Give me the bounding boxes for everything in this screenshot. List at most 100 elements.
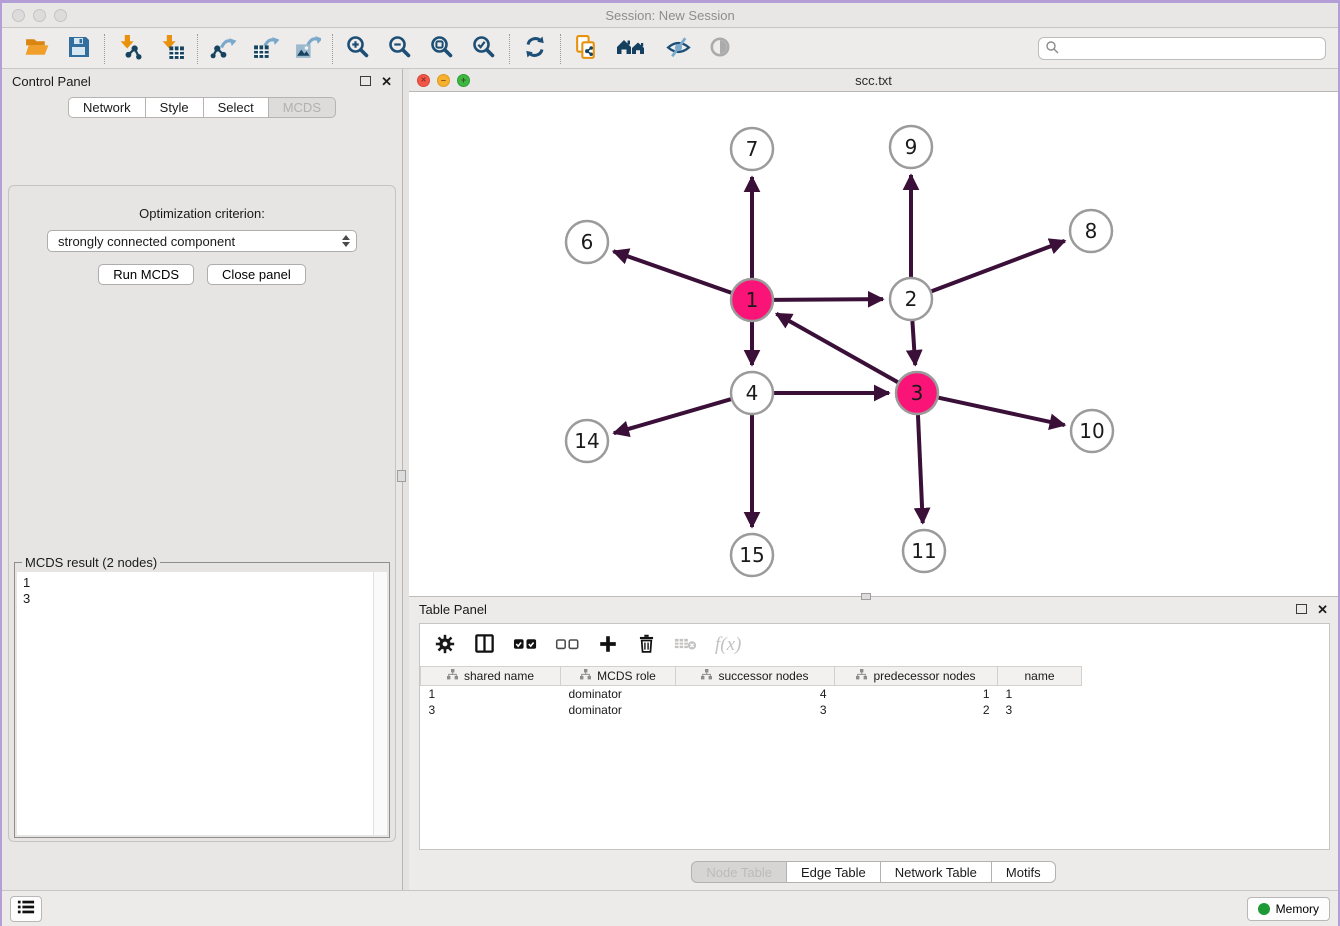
graph-edge-3-1[interactable] [776, 314, 897, 382]
network-graph[interactable]: 7968124314101511 [409, 92, 1340, 596]
memory-button[interactable]: Memory [1247, 897, 1330, 921]
control-panel-tabs: Network Style Select MCDS [2, 97, 402, 118]
cell-predecessor-nodes[interactable]: 2 [835, 702, 998, 718]
export-table-button[interactable] [251, 35, 279, 63]
zoom-selected-button[interactable] [470, 35, 498, 63]
float-panel-icon[interactable] [360, 76, 371, 86]
node-table-container: f(x) shared name MCDS role successor nod… [419, 623, 1330, 850]
graph-node-label-4: 4 [746, 381, 759, 405]
tab-network[interactable]: Network [68, 97, 146, 118]
memory-status-icon [1258, 903, 1270, 915]
minimize-window-button[interactable] [33, 9, 46, 22]
zoom-out-icon [387, 34, 413, 63]
cell-shared-name[interactable]: 1 [421, 686, 561, 702]
cell-predecessor-nodes[interactable]: 1 [835, 686, 998, 702]
function-builder-button[interactable]: f(x) [715, 634, 741, 656]
graph-edge-1-6[interactable] [613, 251, 731, 292]
network-overview-button[interactable] [614, 35, 650, 63]
zoom-in-button[interactable] [344, 35, 372, 63]
optimization-criterion-value: strongly connected component [58, 234, 342, 249]
graph-edge-2-3[interactable] [912, 321, 915, 365]
close-panel-button[interactable]: Close panel [207, 264, 306, 285]
maximize-window-button[interactable] [54, 9, 67, 22]
cell-successor-nodes[interactable]: 4 [676, 686, 835, 702]
close-network-button[interactable] [417, 74, 430, 87]
graph-edge-1-2[interactable] [774, 299, 883, 300]
cell-mcds-role[interactable]: dominator [561, 702, 676, 718]
window-title: Session: New Session [2, 8, 1338, 23]
delete-column-button[interactable] [636, 633, 657, 657]
splitter-grip-icon[interactable] [397, 470, 406, 482]
unchecked-boxes-icon [555, 635, 580, 656]
column-header-mcds-role[interactable]: MCDS role [561, 667, 676, 686]
zoom-fit-icon [429, 34, 455, 63]
graph-edge-3-10[interactable] [938, 398, 1064, 425]
result-scrollbar[interactable] [373, 572, 387, 835]
home-icon [615, 34, 649, 63]
maximize-network-button[interactable] [457, 74, 470, 87]
close-window-button[interactable] [12, 9, 25, 22]
splitter-grip-icon[interactable] [861, 593, 871, 600]
column-header-successor-nodes[interactable]: successor nodes [676, 667, 835, 686]
table-row[interactable]: 1 dominator 4 1 1 [421, 686, 1082, 702]
tab-node-table[interactable]: Node Table [691, 861, 787, 883]
optimization-criterion-select[interactable]: strongly connected component [47, 230, 357, 252]
cell-mcds-role[interactable]: dominator [561, 686, 676, 702]
import-network-button[interactable] [116, 35, 144, 63]
show-graphics-details-button[interactable] [706, 35, 734, 63]
export-network-button[interactable] [209, 35, 237, 63]
column-header-name[interactable]: name [998, 667, 1082, 686]
graph-node-label-7: 7 [746, 137, 759, 161]
import-table-button[interactable] [158, 35, 186, 63]
split-columns-button[interactable] [473, 632, 496, 658]
hide-graphics-details-button[interactable] [664, 35, 692, 63]
panel-selector-button[interactable] [10, 896, 42, 922]
vertical-splitter[interactable] [402, 69, 409, 890]
table-panel-title: Table Panel [419, 602, 1286, 617]
column-header-predecessor-nodes[interactable]: predecessor nodes [835, 667, 998, 686]
gear-icon [434, 633, 456, 658]
zoom-fit-button[interactable] [428, 35, 456, 63]
tab-mcds[interactable]: MCDS [269, 97, 336, 118]
graph-edge-3-11[interactable] [918, 415, 923, 523]
deselect-all-button[interactable] [555, 635, 580, 656]
graph-node-label-14: 14 [574, 429, 599, 453]
search-input[interactable] [1060, 42, 1319, 56]
close-panel-icon[interactable] [381, 75, 392, 88]
column-header-shared-name[interactable]: shared name [421, 667, 561, 686]
tab-motifs[interactable]: Motifs [992, 861, 1056, 883]
tree-icon [701, 669, 712, 683]
zoom-out-button[interactable] [386, 35, 414, 63]
cell-name[interactable]: 3 [998, 702, 1082, 718]
cell-successor-nodes[interactable]: 3 [676, 702, 835, 718]
zoom-selected-icon [471, 34, 497, 63]
run-mcds-button[interactable]: Run MCDS [98, 264, 194, 285]
mcds-result-list: 1 3 [17, 572, 373, 835]
minimize-network-button[interactable] [437, 74, 450, 87]
tab-edge-table[interactable]: Edge Table [787, 861, 881, 883]
graph-edge-2-8[interactable] [932, 241, 1065, 291]
cell-name[interactable]: 1 [998, 686, 1082, 702]
table-panel-header: Table Panel [409, 597, 1338, 621]
table-settings-button[interactable] [434, 633, 456, 658]
open-session-button[interactable] [23, 35, 51, 63]
export-image-button[interactable] [293, 35, 321, 63]
delete-table-button[interactable] [674, 635, 698, 655]
graph-edge-4-14[interactable] [614, 399, 731, 433]
float-panel-icon[interactable] [1296, 604, 1307, 614]
close-panel-icon[interactable] [1317, 603, 1328, 616]
add-column-button[interactable] [597, 633, 619, 658]
delete-table-icon [674, 635, 698, 655]
tab-network-table[interactable]: Network Table [881, 861, 992, 883]
tab-style[interactable]: Style [146, 97, 204, 118]
save-session-button[interactable] [65, 35, 93, 63]
network-window-titlebar: scc.txt [409, 69, 1338, 92]
select-all-button[interactable] [513, 635, 538, 656]
tab-select[interactable]: Select [204, 97, 269, 118]
graph-node-label-6: 6 [581, 230, 594, 254]
duplicate-network-button[interactable] [572, 35, 600, 63]
table-row[interactable]: 3 dominator 3 2 3 [421, 702, 1082, 718]
network-canvas[interactable]: 7968124314101511 [409, 92, 1338, 596]
refresh-view-button[interactable] [521, 35, 549, 63]
cell-shared-name[interactable]: 3 [421, 702, 561, 718]
